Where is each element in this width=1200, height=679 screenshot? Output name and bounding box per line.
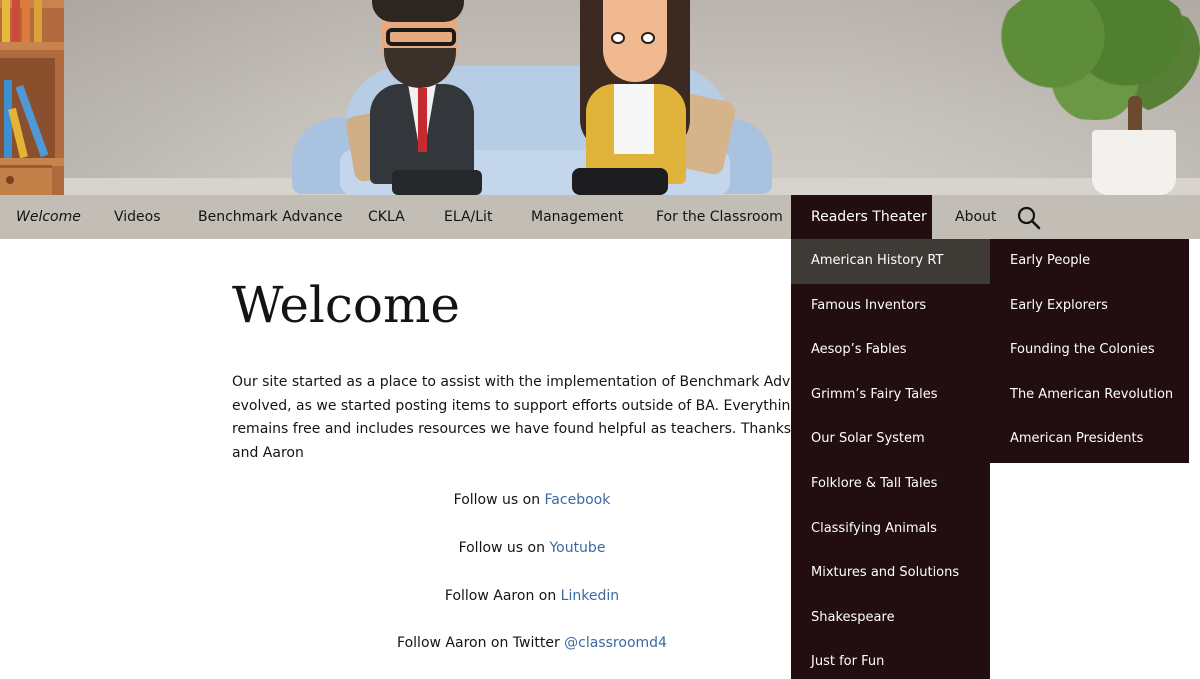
follow-linkedin: Follow Aaron on Linkedin	[232, 588, 832, 604]
youtube-link[interactable]: Youtube	[549, 540, 605, 556]
follow-text: Follow Aaron on	[444, 588, 561, 604]
menu-item-american-history-rt[interactable]: American History RT	[791, 239, 990, 284]
nav-item-videos[interactable]: Videos	[114, 195, 161, 239]
menu-item-famous-inventors[interactable]: Famous Inventors	[791, 284, 990, 329]
nav-item-welcome[interactable]: Welcome	[16, 195, 81, 239]
submenu-item-american-revolution[interactable]: The American Revolution	[990, 373, 1189, 418]
submenu-item-early-people[interactable]: Early People	[990, 239, 1189, 284]
header-banner	[0, 0, 1200, 195]
linkedin-link[interactable]: Linkedin	[561, 588, 619, 604]
menu-item-our-solar-system[interactable]: Our Solar System	[791, 417, 990, 462]
intro-line: evolved, as we started posting items to …	[232, 397, 798, 414]
submenu-item-american-presidents[interactable]: American Presidents	[990, 417, 1189, 462]
nav-item-ela-lit[interactable]: ELA/Lit	[444, 195, 492, 239]
submenu-item-founding-the-colonies[interactable]: Founding the Colonies	[990, 328, 1189, 373]
nav-item-benchmark-advance[interactable]: Benchmark Advance	[198, 195, 342, 239]
follow-text: Follow us on	[453, 492, 545, 508]
menu-item-just-for-fun[interactable]: Just for Fun	[791, 640, 990, 679]
follow-text: Follow us on	[458, 540, 550, 556]
menu-item-mixtures-and-solutions[interactable]: Mixtures and Solutions	[791, 551, 990, 596]
nav-item-for-the-classroom[interactable]: For the Classroom	[656, 195, 783, 239]
intro-line: Our site started as a place to assist wi…	[232, 374, 798, 390]
menu-item-shakespeare[interactable]: Shakespeare	[791, 596, 990, 641]
submenu-item-early-explorers[interactable]: Early Explorers	[990, 284, 1189, 329]
search-button[interactable]	[1016, 205, 1042, 231]
twitter-link[interactable]: @classroomd4	[564, 635, 667, 651]
nav-item-ckla[interactable]: CKLA	[368, 195, 405, 239]
follow-youtube: Follow us on Youtube	[232, 540, 832, 556]
american-history-submenu: Early People Early Explorers Founding th…	[990, 239, 1189, 463]
menu-item-grimms-fairy-tales[interactable]: Grimm’s Fairy Tales	[791, 373, 990, 418]
readers-theater-dropdown: American History RT Famous Inventors Aes…	[791, 239, 990, 679]
nav-item-readers-theater[interactable]: Readers Theater	[791, 195, 932, 239]
intro-paragraph: Our site started as a place to assist wi…	[232, 371, 798, 467]
menu-item-folklore-tall-tales[interactable]: Folklore & Tall Tales	[791, 462, 990, 507]
nav-item-about[interactable]: About	[955, 195, 996, 239]
page-title: Welcome	[232, 276, 461, 334]
intro-line: and Aaron	[232, 445, 304, 462]
facebook-link[interactable]: Facebook	[545, 492, 611, 508]
nav-item-management[interactable]: Management	[531, 195, 623, 239]
menu-item-aesops-fables[interactable]: Aesop’s Fables	[791, 328, 990, 373]
follow-facebook: Follow us on Facebook	[232, 492, 832, 508]
search-icon	[1017, 206, 1041, 230]
menu-item-classifying-animals[interactable]: Classifying Animals	[791, 507, 990, 552]
follow-twitter: Follow Aaron on Twitter @classroomd4	[232, 635, 832, 651]
intro-line: remains free and includes resources we h…	[232, 421, 798, 438]
follow-text: Follow Aaron on Twitter	[397, 635, 565, 651]
